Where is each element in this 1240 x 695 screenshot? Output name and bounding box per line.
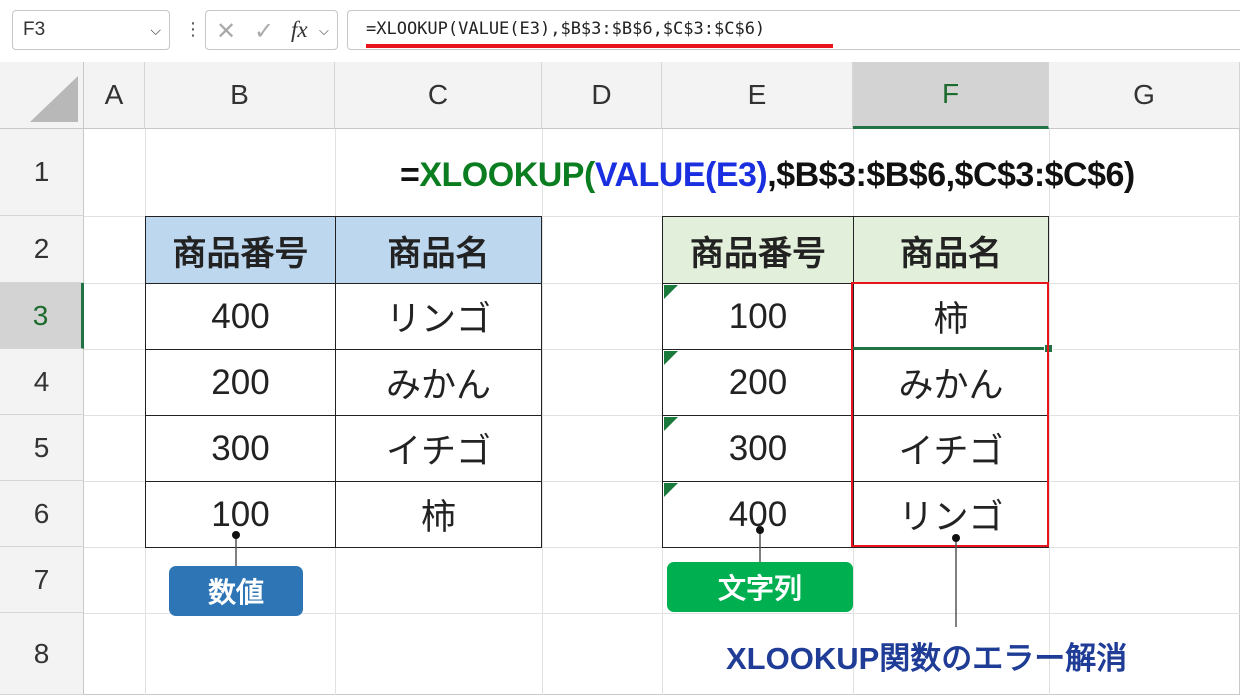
caption: XLOOKUP関数のエラー解消: [726, 633, 1127, 678]
caption-accent: エラー解消: [972, 641, 1128, 676]
caption-main: XLOOKUP関数の: [726, 641, 973, 676]
number-badge: 数値: [169, 566, 303, 616]
text-badge: 文字列: [667, 562, 853, 612]
